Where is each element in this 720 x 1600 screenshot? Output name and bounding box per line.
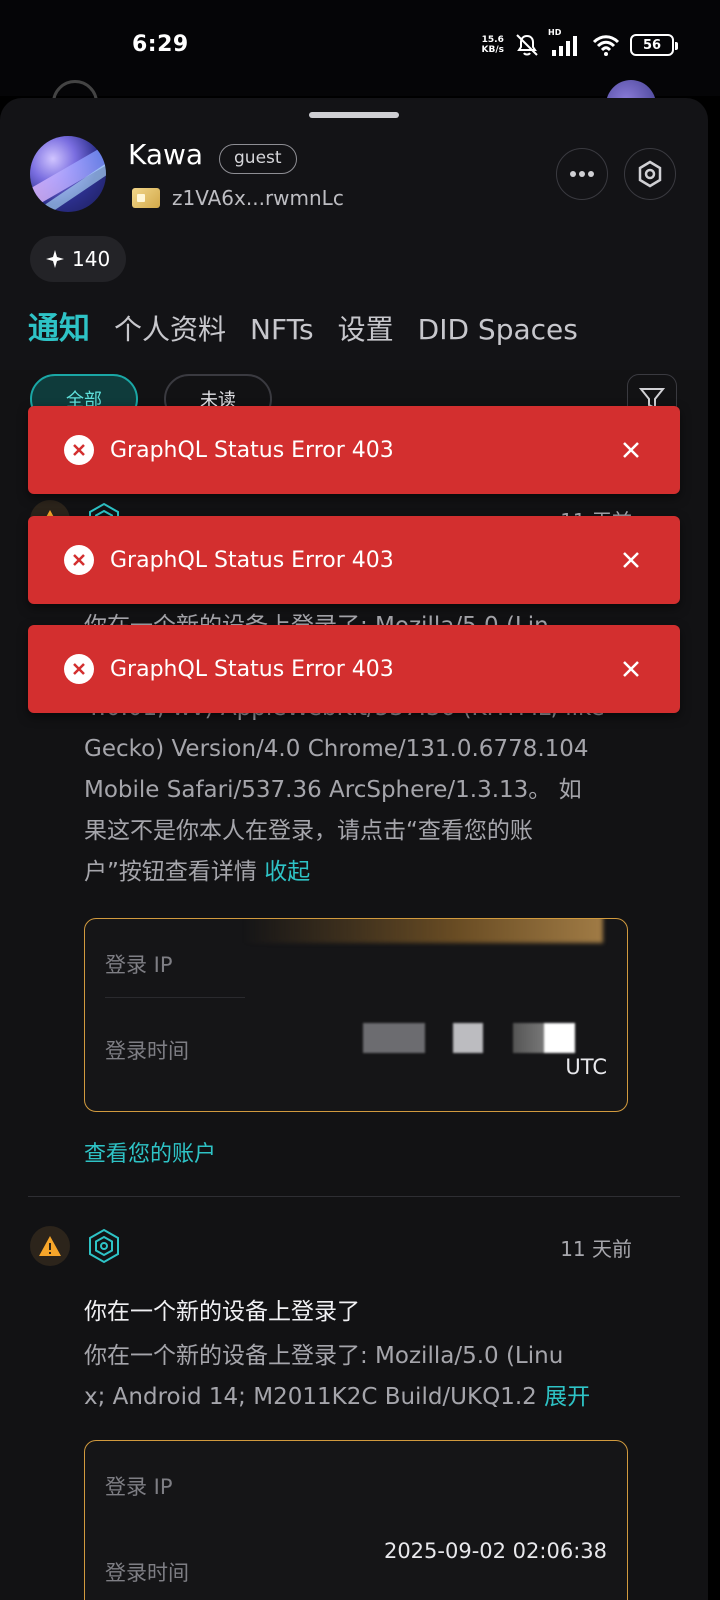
toast-message: GraphQL Status Error 403 <box>110 656 394 682</box>
toast-message: GraphQL Status Error 403 <box>110 437 394 463</box>
wifi-icon <box>592 34 620 56</box>
expand-link[interactable]: 展开 <box>544 1384 590 1410</box>
net-speed: 15.6 KB/s <box>482 35 504 55</box>
body-line: Mobile Safari/537.36 ArcSphere/1.3.13。 如 <box>84 777 582 803</box>
points-badge[interactable]: 140 <box>30 236 127 282</box>
redacted-value <box>453 1023 483 1053</box>
body-line: Gecko) Version/4.0 Chrome/131.0.6778.104 <box>84 736 589 762</box>
tab-bar: 通知 个人资料 NFTs 设置 DID Spaces <box>28 303 578 348</box>
notification-time: 11 天前 <box>560 1237 632 1261</box>
net-speed-unit: KB/s <box>481 45 504 55</box>
collapse-link[interactable]: 收起 <box>264 859 310 885</box>
login-ip-label: 登录 IP <box>105 953 173 977</box>
login-time-label: 登录时间 <box>105 1039 189 1063</box>
status-bar: 6:29 15.6 KB/s HD 56 <box>0 0 720 96</box>
tab-nfts[interactable]: NFTs <box>250 313 314 346</box>
tab-profile[interactable]: 个人资料 <box>114 308 226 348</box>
error-icon <box>64 435 94 465</box>
error-toast: GraphQL Status Error 403 <box>28 625 680 713</box>
signal-icon: HD <box>548 28 582 56</box>
error-toast: GraphQL Status Error 403 <box>28 516 680 604</box>
role-badge: guest <box>219 144 297 174</box>
tab-did-spaces[interactable]: DID Spaces <box>418 313 578 346</box>
body-line-last: x; Android 14; M2011K2C Build/UKQ1.2 展开 <box>84 1377 644 1418</box>
body-line-text: x; Android 14; M2011K2C Build/UKQ1.2 <box>84 1384 537 1410</box>
tab-notifications[interactable]: 通知 <box>28 303 90 348</box>
tab-settings[interactable]: 设置 <box>338 308 394 348</box>
battery-icon: 56 <box>630 34 678 56</box>
notification-body: 你在一个新的设备上登录了: Mozilla/5.0 (Linu x; Andro… <box>84 1336 644 1418</box>
bell-muted-icon <box>514 33 540 57</box>
card-divider <box>105 997 245 998</box>
hexagon-settings-icon <box>638 160 662 188</box>
card-glow <box>243 919 603 943</box>
close-icon[interactable] <box>608 427 654 473</box>
login-time-label: 登录时间 <box>105 1561 189 1585</box>
more-icon <box>570 171 594 177</box>
body-line: 你在一个新的设备上登录了: Mozilla/5.0 (Linu <box>84 1343 564 1369</box>
login-time-suffix: UTC <box>565 1055 607 1079</box>
login-ip-label: 登录 IP <box>105 1475 173 1499</box>
error-toast: GraphQL Status Error 403 <box>28 406 680 494</box>
toast-message: GraphQL Status Error 403 <box>110 547 394 573</box>
status-time: 6:29 <box>132 32 189 57</box>
user-center-sheet: Kawa guest z1VA6x...rwmnLc 140 通知 个人资料 N… <box>0 98 708 1600</box>
body-line-text: 户”按钮查看详情 <box>84 859 257 885</box>
body-line: 果这不是你本人在登录，请点击“查看您的账 <box>84 818 533 844</box>
status-icons: 15.6 KB/s HD 56 <box>482 28 678 57</box>
close-icon[interactable] <box>608 537 654 583</box>
did-address[interactable]: z1VA6x...rwmnLc <box>132 186 344 210</box>
login-time-value: 2025-09-02 02:06:38 <box>383 1539 607 1563</box>
redacted-value <box>513 1023 575 1053</box>
view-account-link[interactable]: 查看您的账户 <box>84 1136 216 1168</box>
did-text: z1VA6x...rwmnLc <box>172 186 344 210</box>
login-info-card: 登录 IP 登录时间 2025-09-02 02:06:38 <box>84 1440 628 1600</box>
user-name: Kawa <box>128 138 204 171</box>
sparkle-icon <box>46 250 64 268</box>
login-info-card: 登录 IP 登录时间 UTC <box>84 918 628 1112</box>
close-icon[interactable] <box>608 646 654 692</box>
net-speed-value: 15.6 <box>481 35 504 45</box>
sheet-drag-handle[interactable] <box>309 112 399 118</box>
error-icon <box>64 654 94 684</box>
error-icon <box>64 545 94 575</box>
warning-icon <box>30 1226 70 1266</box>
more-button[interactable] <box>556 148 608 200</box>
notification-title: 你在一个新的设备上登录了 <box>84 1299 360 1325</box>
redacted-value <box>363 1023 425 1053</box>
settings-button[interactable] <box>624 148 676 200</box>
body-line-last: 户”按钮查看详情 收起 <box>84 852 644 893</box>
app-hexagon-icon <box>84 1226 124 1266</box>
did-card-icon <box>132 188 160 208</box>
notification-divider <box>28 1196 680 1197</box>
points-value: 140 <box>72 247 111 271</box>
avatar[interactable] <box>30 136 106 212</box>
signal-label: HD <box>548 28 562 37</box>
